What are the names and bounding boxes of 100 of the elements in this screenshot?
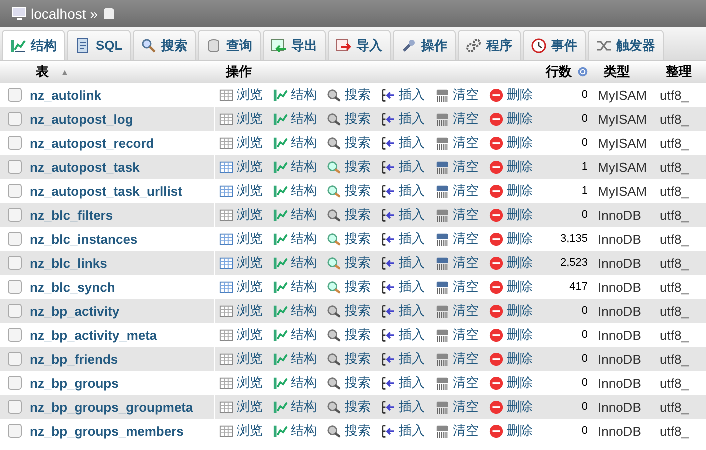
column-header[interactable]: 整理 xyxy=(660,63,692,81)
action-link[interactable]: 结构 xyxy=(273,398,317,416)
action-link[interactable]: 结构 xyxy=(273,206,317,224)
action-link[interactable]: 清空 xyxy=(435,326,479,344)
action-link[interactable]: 搜索 xyxy=(327,134,371,152)
action-link[interactable]: 结构 xyxy=(273,86,317,104)
row-checkbox[interactable] xyxy=(8,328,22,342)
row-checkbox[interactable] xyxy=(8,160,22,174)
action-link[interactable]: 搜索 xyxy=(327,206,371,224)
action-link[interactable]: 结构 xyxy=(273,326,317,344)
action-link[interactable]: 删除 xyxy=(489,230,533,248)
tab[interactable]: 查询 xyxy=(198,30,261,60)
table-name[interactable]: nz_blc_links xyxy=(24,256,214,270)
action-link[interactable]: 删除 xyxy=(489,374,533,392)
action-link[interactable]: 删除 xyxy=(489,398,533,416)
action-link[interactable]: 删除 xyxy=(489,206,533,224)
action-link[interactable]: 删除 xyxy=(489,254,533,272)
row-checkbox[interactable] xyxy=(8,424,22,438)
action-link[interactable]: 清空 xyxy=(435,350,479,368)
table-name[interactable]: nz_bp_groups_groupmeta xyxy=(24,400,214,414)
action-link[interactable]: 清空 xyxy=(435,278,479,296)
action-link[interactable]: 浏览 xyxy=(219,254,263,272)
action-link[interactable]: 删除 xyxy=(489,278,533,296)
action-link[interactable]: 搜索 xyxy=(327,182,371,200)
action-link[interactable]: 浏览 xyxy=(219,422,263,440)
table-name[interactable]: nz_blc_filters xyxy=(24,208,214,222)
action-link[interactable]: 结构 xyxy=(273,158,317,176)
row-checkbox[interactable] xyxy=(8,208,22,222)
action-link[interactable]: 插入 xyxy=(381,182,425,200)
action-link[interactable]: 结构 xyxy=(273,278,317,296)
action-link[interactable]: 插入 xyxy=(381,350,425,368)
action-link[interactable]: 插入 xyxy=(381,86,425,104)
action-link[interactable]: 删除 xyxy=(489,326,533,344)
action-link[interactable]: 插入 xyxy=(381,422,425,440)
table-name[interactable]: nz_blc_synch xyxy=(24,280,214,294)
action-link[interactable]: 清空 xyxy=(435,158,479,176)
row-checkbox[interactable] xyxy=(8,376,22,390)
action-link[interactable]: 结构 xyxy=(273,254,317,272)
column-header[interactable]: 表 xyxy=(30,63,49,81)
action-link[interactable]: 插入 xyxy=(381,278,425,296)
table-name[interactable]: nz_autopost_record xyxy=(24,136,214,150)
row-checkbox[interactable] xyxy=(8,352,22,366)
table-name[interactable]: nz_autolink xyxy=(24,88,214,102)
column-header[interactable]: 行数 xyxy=(540,63,572,81)
action-link[interactable]: 删除 xyxy=(489,422,533,440)
action-link[interactable]: 插入 xyxy=(381,206,425,224)
action-link[interactable]: 清空 xyxy=(435,254,479,272)
tab[interactable]: 事件 xyxy=(522,30,586,60)
action-link[interactable]: 插入 xyxy=(381,230,425,248)
table-name[interactable]: nz_autopost_task xyxy=(24,160,214,174)
action-link[interactable]: 浏览 xyxy=(219,374,263,392)
action-link[interactable]: 插入 xyxy=(381,158,425,176)
action-link[interactable]: 浏览 xyxy=(219,278,263,296)
column-header[interactable]: 类型 xyxy=(598,63,630,81)
tab[interactable]: 触发器 xyxy=(588,30,664,60)
tab[interactable]: SQL xyxy=(67,30,131,60)
action-link[interactable]: 清空 xyxy=(435,302,479,320)
action-link[interactable]: 搜索 xyxy=(327,158,371,176)
tab[interactable]: 程序 xyxy=(458,30,521,60)
table-name[interactable]: nz_bp_activity xyxy=(24,304,214,318)
action-link[interactable]: 结构 xyxy=(273,110,317,128)
action-link[interactable]: 搜索 xyxy=(327,350,371,368)
action-link[interactable]: 浏览 xyxy=(219,350,263,368)
action-link[interactable]: 浏览 xyxy=(219,326,263,344)
action-link[interactable]: 插入 xyxy=(381,110,425,128)
action-link[interactable]: 清空 xyxy=(435,110,479,128)
table-name[interactable]: nz_blc_instances xyxy=(24,232,214,246)
row-checkbox[interactable] xyxy=(8,88,22,102)
tab[interactable]: 操作 xyxy=(392,30,456,60)
action-link[interactable]: 搜索 xyxy=(327,110,371,128)
action-link[interactable]: 浏览 xyxy=(219,110,263,128)
action-link[interactable]: 清空 xyxy=(435,134,479,152)
action-link[interactable]: 删除 xyxy=(489,158,533,176)
action-link[interactable]: 清空 xyxy=(435,398,479,416)
action-link[interactable]: 插入 xyxy=(381,254,425,272)
row-checkbox[interactable] xyxy=(8,256,22,270)
action-link[interactable]: 结构 xyxy=(273,134,317,152)
table-name[interactable]: nz_autopost_log xyxy=(24,112,214,126)
action-link[interactable]: 结构 xyxy=(273,230,317,248)
action-link[interactable]: 插入 xyxy=(381,374,425,392)
action-link[interactable]: 结构 xyxy=(273,422,317,440)
action-link[interactable]: 搜索 xyxy=(327,86,371,104)
action-link[interactable]: 结构 xyxy=(273,182,317,200)
action-link[interactable]: 插入 xyxy=(381,326,425,344)
action-link[interactable]: 清空 xyxy=(435,422,479,440)
table-name[interactable]: nz_bp_groups xyxy=(24,376,214,390)
table-name[interactable]: nz_bp_groups_members xyxy=(24,424,214,438)
action-link[interactable]: 删除 xyxy=(489,302,533,320)
row-checkbox[interactable] xyxy=(8,232,22,246)
row-checkbox[interactable] xyxy=(8,280,22,294)
action-link[interactable]: 搜索 xyxy=(327,398,371,416)
action-link[interactable]: 浏览 xyxy=(219,158,263,176)
help-icon[interactable] xyxy=(578,65,588,79)
action-link[interactable]: 删除 xyxy=(489,110,533,128)
action-link[interactable]: 插入 xyxy=(381,398,425,416)
action-link[interactable]: 浏览 xyxy=(219,182,263,200)
action-link[interactable]: 搜索 xyxy=(327,422,371,440)
tab[interactable]: 结构 xyxy=(2,30,65,60)
action-link[interactable]: 搜索 xyxy=(327,278,371,296)
action-link[interactable]: 搜索 xyxy=(327,374,371,392)
